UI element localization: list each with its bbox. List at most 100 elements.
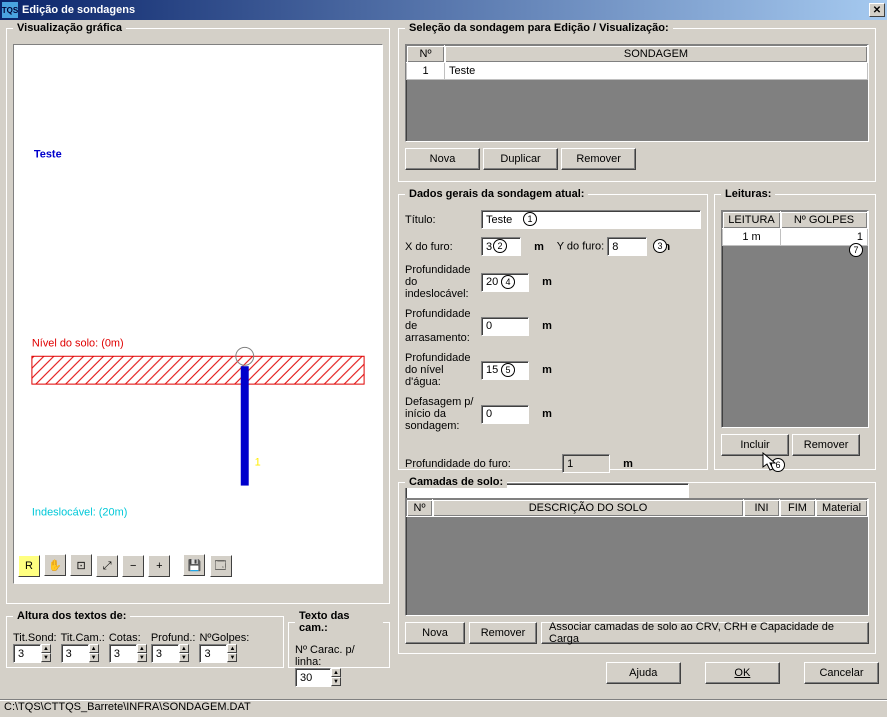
- label-prof-indesloc: Profundidade do indeslocável:: [405, 264, 475, 300]
- annotation-1: 1: [523, 212, 537, 226]
- tool-zoom-in-icon[interactable]: +: [148, 555, 170, 577]
- cancelar-button[interactable]: Cancelar: [804, 662, 879, 684]
- col-leitura[interactable]: LEITURA: [723, 212, 781, 229]
- remover-leitura-button[interactable]: Remover: [792, 434, 860, 456]
- input-defasagem[interactable]: [481, 405, 529, 424]
- input-yfuro[interactable]: [607, 237, 647, 256]
- form: Visualização gráfica Teste Nível do solo…: [0, 20, 887, 700]
- legend-texto-cam: Texto das cam.:: [295, 610, 383, 634]
- tool-properties-icon[interactable]: 🗔: [210, 555, 232, 577]
- input-tit-cam[interactable]: [61, 644, 89, 663]
- legend-altura: Altura dos textos de:: [13, 610, 130, 622]
- group-camadas: Camadas de solo: Nº DESCRIÇÃO DO SOLO IN…: [398, 476, 876, 654]
- input-prof-arrasa[interactable]: [481, 317, 529, 336]
- col-n[interactable]: Nº: [407, 46, 445, 63]
- legend-dados: Dados gerais da sondagem atual:: [405, 188, 588, 200]
- spin-cotas[interactable]: ▲▼: [137, 644, 147, 663]
- col-cam-fim[interactable]: FIM: [780, 500, 816, 517]
- tool-pan-icon[interactable]: ✋: [44, 554, 66, 576]
- spin-ncarac[interactable]: ▲▼: [331, 668, 341, 687]
- cell-golpes: 1: [857, 231, 863, 243]
- spin-profund[interactable]: ▲▼: [179, 644, 189, 663]
- annotation-4: 4: [501, 275, 515, 289]
- group-selecao: Seleção da sondagem para Edição / Visual…: [398, 22, 876, 182]
- label-tit-sond: Tit.Sond:: [13, 632, 57, 644]
- label-prof-furo: Profundidade do furo:: [405, 458, 559, 470]
- label-profund: Profund.:: [151, 632, 196, 644]
- label-prof-arrasa: Profundidade de arrasamento:: [405, 308, 475, 344]
- legend-selecao: Seleção da sondagem para Edição / Visual…: [405, 22, 673, 34]
- ok-button[interactable]: OK: [705, 662, 780, 684]
- group-dados: Dados gerais da sondagem atual: Título: …: [398, 188, 708, 470]
- spin-ngolpes[interactable]: ▲▼: [227, 644, 237, 663]
- tool-zoom-window-icon[interactable]: ⊡: [70, 554, 92, 576]
- group-leituras: Leituras: LEITURA Nº GOLPES 1 m 1 7 Incl…: [714, 188, 876, 470]
- app-icon: TQS: [2, 2, 18, 18]
- annotation-3: 3: [653, 239, 667, 253]
- input-ncarac[interactable]: [295, 668, 331, 687]
- label-ncarac: Nº Carac. p/ linha:: [295, 644, 383, 668]
- unit-m7: m: [623, 458, 633, 470]
- table-row[interactable]: 1 Teste: [407, 63, 868, 80]
- cell-name: Teste: [445, 63, 868, 80]
- spin-tit-sond[interactable]: ▲▼: [41, 644, 51, 663]
- tool-zoom-extents-icon[interactable]: ⤢: [96, 555, 118, 577]
- annotation-2: 2: [493, 239, 507, 253]
- col-cam-mat[interactable]: Material: [816, 500, 868, 517]
- col-sondagem[interactable]: SONDAGEM: [445, 46, 868, 63]
- canvas-viewport: Teste Nível do solo: (0m) 1 Indeslocável…: [13, 44, 383, 584]
- selecao-grid[interactable]: Nº SONDAGEM 1 Teste: [405, 44, 869, 142]
- tool-reset-icon[interactable]: R: [18, 555, 40, 577]
- label-prof-agua: Profundidade do nível d'água:: [405, 352, 475, 388]
- label-cotas: Cotas:: [109, 632, 147, 644]
- spin-tit-cam[interactable]: ▲▼: [89, 644, 99, 663]
- unit-m5: m: [542, 364, 552, 376]
- duplicar-button[interactable]: Duplicar: [483, 148, 558, 170]
- nivel-solo-label: Nível do solo: (0m): [32, 337, 124, 349]
- camadas-grid[interactable]: Nº DESCRIÇÃO DO SOLO INI FIM Material: [405, 498, 869, 616]
- canvas-toolbar: R ✋ ⊡ ⤢ − + 💾 🗔: [18, 554, 233, 577]
- label-defasagem: Defasagem p/ início da sondagem:: [405, 396, 475, 432]
- legend-visualizacao: Visualização gráfica: [13, 22, 126, 34]
- input-ngolpes[interactable]: [199, 644, 227, 663]
- label-titulo: Título:: [405, 214, 475, 226]
- legend-leituras: Leituras:: [721, 188, 775, 200]
- ajuda-button[interactable]: Ajuda: [606, 662, 681, 684]
- canvas-title: Teste: [34, 148, 62, 160]
- indeslocavel-label: Indeslocável: (20m): [32, 506, 127, 518]
- unit-m3: m: [542, 276, 552, 288]
- group-visualizacao: Visualização gráfica Teste Nível do solo…: [6, 22, 390, 604]
- label-ngolpes: NºGolpes:: [199, 632, 249, 644]
- remover-camada-button[interactable]: Remover: [469, 622, 537, 644]
- nova-camada-button[interactable]: Nova: [405, 622, 465, 644]
- ground-hatch: [32, 356, 364, 384]
- input-tit-sond[interactable]: [13, 644, 41, 663]
- close-icon[interactable]: ✕: [869, 3, 885, 17]
- cell-n: 1: [407, 63, 445, 80]
- input-cotas[interactable]: [109, 644, 137, 663]
- col-cam-ini[interactable]: INI: [744, 500, 780, 517]
- group-altura: Altura dos textos de: Tit.Sond: ▲▼ Tit.C…: [6, 610, 284, 668]
- col-cam-n[interactable]: Nº: [407, 500, 433, 517]
- table-row[interactable]: 1 m 1 7: [723, 229, 868, 246]
- nova-button[interactable]: Nova: [405, 148, 480, 170]
- tool-save-icon[interactable]: 💾: [183, 554, 205, 576]
- window-title: Edição de sondagens: [22, 4, 869, 16]
- col-cam-desc[interactable]: DESCRIÇÃO DO SOLO: [433, 500, 744, 517]
- associar-button[interactable]: Associar camadas de solo ao CRV, CRH e C…: [541, 622, 869, 644]
- input-profund[interactable]: [151, 644, 179, 663]
- group-texto-cam: Texto das cam.: Nº Carac. p/ linha: ▲▼: [288, 610, 390, 668]
- input-titulo[interactable]: [481, 210, 701, 229]
- annotation-5: 5: [501, 363, 515, 377]
- unit-m4: m: [542, 320, 552, 332]
- label-xfuro: X do furo:: [405, 241, 475, 253]
- remover-button[interactable]: Remover: [561, 148, 636, 170]
- depth-tick: 1: [255, 457, 261, 469]
- input-prof-furo: [562, 454, 610, 473]
- tool-zoom-out-icon[interactable]: −: [122, 555, 144, 577]
- leituras-grid[interactable]: LEITURA Nº GOLPES 1 m 1 7: [721, 210, 869, 428]
- cell-leitura: 1 m: [723, 229, 781, 246]
- unit-m6: m: [542, 408, 552, 420]
- col-golpes[interactable]: Nº GOLPES: [781, 212, 868, 229]
- drawing-canvas: Teste Nível do solo: (0m) 1 Indeslocável…: [14, 45, 382, 583]
